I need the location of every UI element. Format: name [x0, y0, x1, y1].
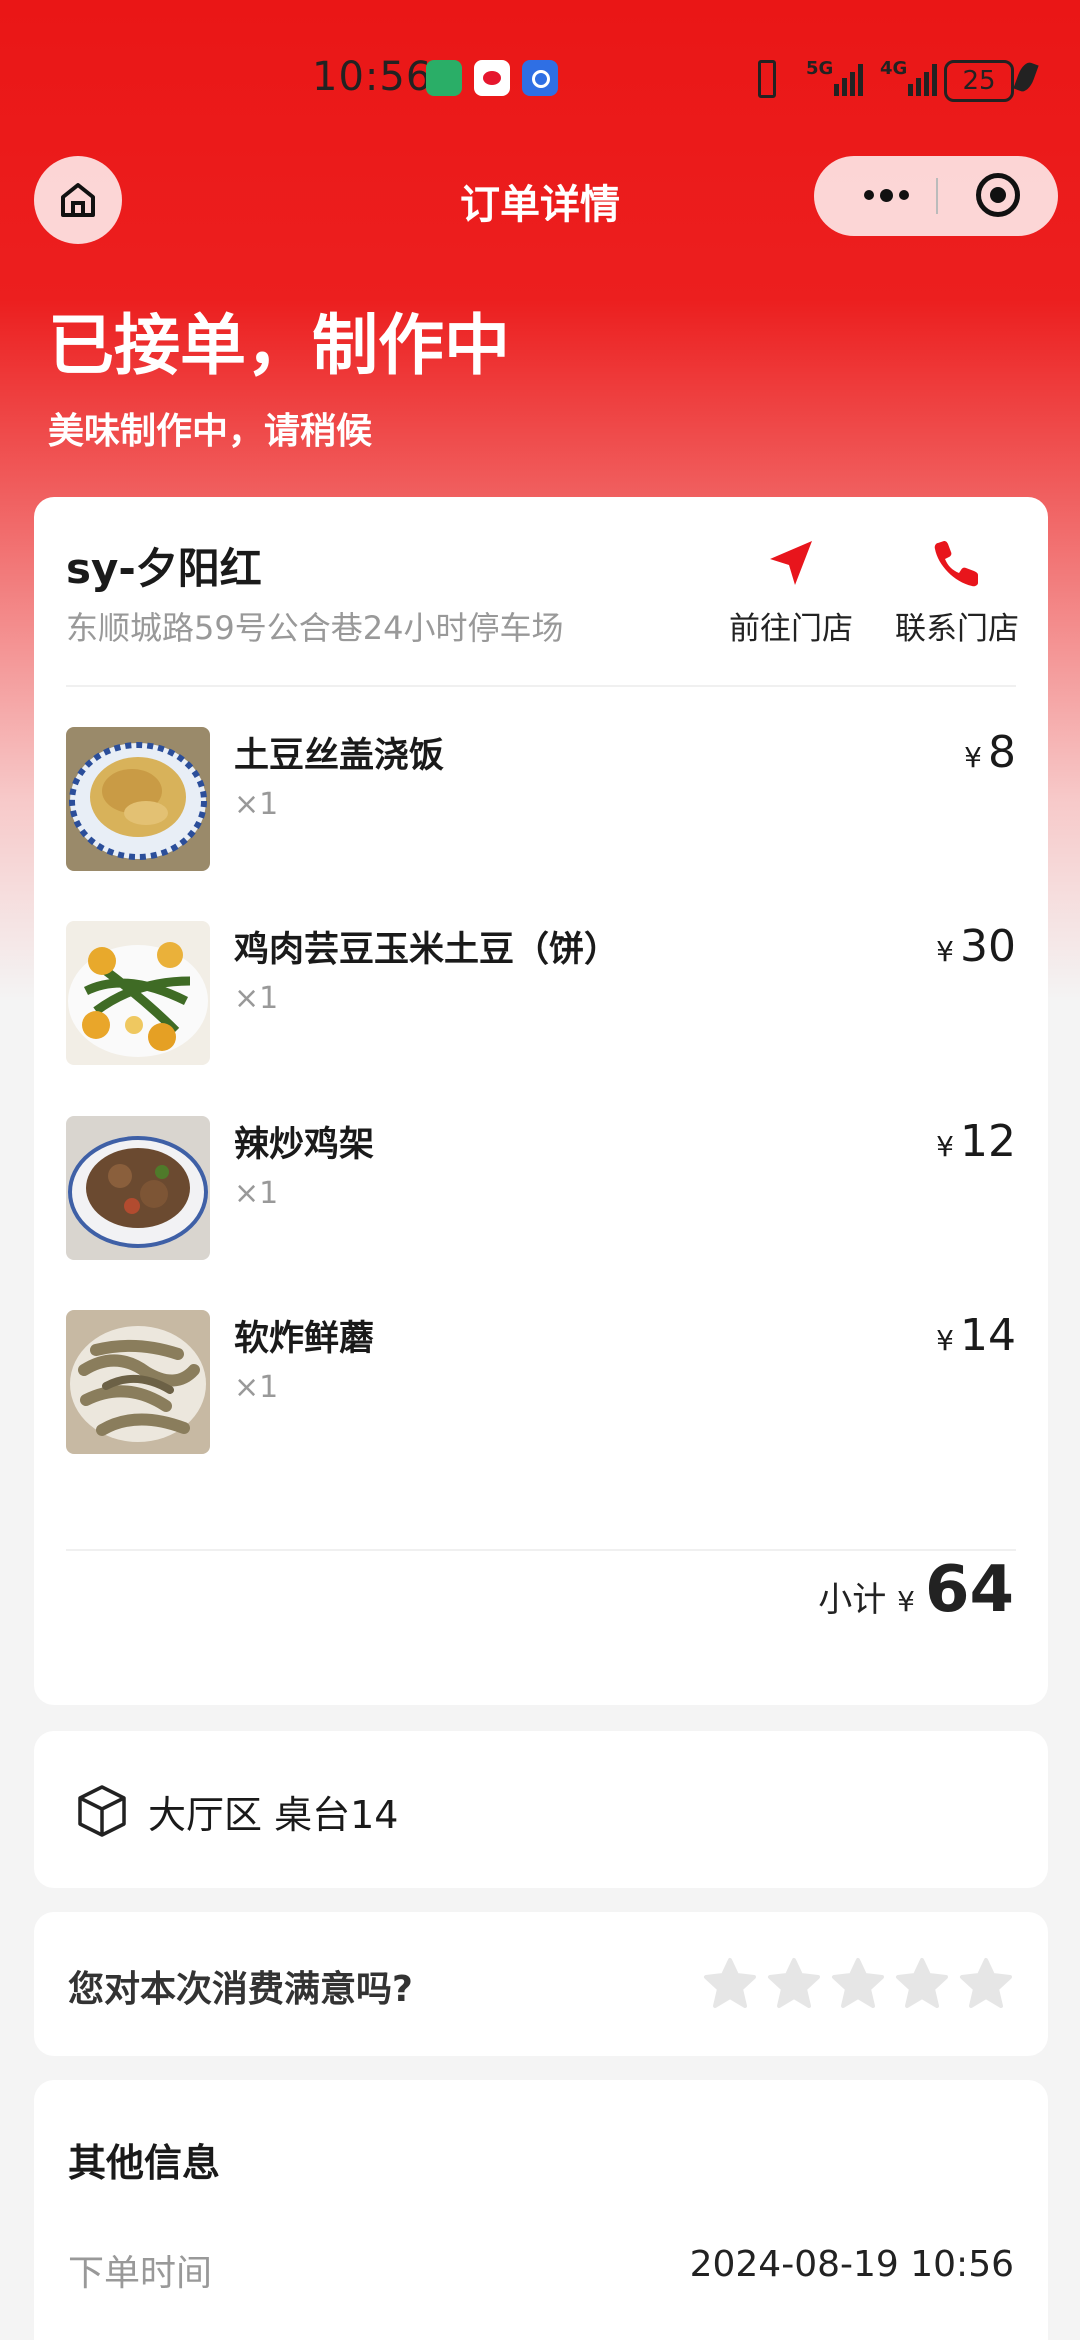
signal-bars-icon — [908, 62, 937, 96]
phone-icon — [934, 541, 978, 587]
table-text: 大厅区 桌台14 — [148, 1792, 399, 1837]
star-rating — [702, 1956, 1014, 2010]
navigation-arrow-icon — [770, 541, 812, 585]
signal-5g-label: 5G — [806, 58, 834, 79]
status-time: 10:56 — [312, 54, 433, 100]
order-time-value: 2024-08-19 10:56 — [689, 2244, 1014, 2285]
store-address: 东顺城路59号公合巷24小时停车场 — [66, 609, 564, 647]
capsule-divider — [936, 178, 938, 214]
table-info: 大厅区 桌台14 — [76, 1783, 398, 1839]
dish-photo — [66, 1310, 210, 1454]
divider — [66, 685, 1016, 687]
star-icon[interactable] — [702, 1956, 758, 2010]
package-cube-icon — [78, 1785, 126, 1837]
order-time-label: 下单时间 — [68, 2253, 213, 2294]
signal-bars-icon — [834, 62, 863, 96]
navigate-label: 前往门店 — [729, 611, 853, 647]
vibrate-icon — [752, 58, 778, 98]
order-item: 土豆丝盖浇饭 ×1 ¥8 — [66, 727, 1016, 873]
table-card: 大厅区 桌台14 — [34, 1731, 1048, 1888]
dish-photo — [66, 921, 210, 1065]
item-price: ¥8 — [964, 727, 1016, 778]
weibo-icon — [474, 60, 510, 96]
item-qty: ×1 — [234, 981, 279, 1016]
rating-question: 您对本次消费满意吗? — [68, 1969, 413, 2010]
item-price: ¥12 — [936, 1116, 1016, 1167]
item-qty: ×1 — [234, 1176, 279, 1211]
item-price: ¥30 — [936, 921, 1016, 972]
other-info-card: 其他信息 下单时间 2024-08-19 10:56 — [34, 2080, 1048, 2340]
order-item: 软炸鲜蘑 ×1 ¥14 — [66, 1310, 1016, 1456]
subtotal: 小计 ¥64 — [818, 1553, 1014, 1627]
store-name: sy-夕阳红 — [66, 544, 262, 593]
dish-photo — [66, 1116, 210, 1260]
item-price: ¥14 — [936, 1310, 1016, 1361]
star-icon[interactable] — [766, 1956, 822, 2010]
mini-program-capsule — [814, 156, 1058, 236]
status-bar: 10:56 5G 4G 25 — [0, 0, 1080, 150]
call-store-button[interactable]: 联系门店 — [882, 537, 1032, 648]
item-qty: ×1 — [234, 1370, 279, 1405]
item-name: 辣炒鸡架 — [234, 1125, 375, 1165]
subtotal-label: 小计 — [818, 1580, 887, 1620]
navigate-to-store-button[interactable]: 前往门店 — [716, 537, 866, 648]
rating-card: 您对本次消费满意吗? — [34, 1912, 1048, 2056]
order-item: 辣炒鸡架 ×1 ¥12 — [66, 1116, 1016, 1262]
order-detail-page: 10:56 5G 4G 25 订单详情 已接单，制作中 美味制作中，请稍候 sy… — [0, 0, 1080, 2340]
item-name: 土豆丝盖浇饭 — [234, 736, 445, 776]
signal-4g-label: 4G — [880, 58, 908, 79]
dish-photo — [66, 727, 210, 871]
power-saving-icon — [1013, 60, 1039, 94]
subtotal-currency: ¥ — [897, 1585, 915, 1618]
order-card: sy-夕阳红 东顺城路59号公合巷24小时停车场 前往门店 联系门店 土豆丝盖浇… — [34, 497, 1048, 1705]
call-label: 联系门店 — [895, 611, 1019, 647]
order-status-title: 已接单，制作中 — [48, 307, 510, 384]
star-icon[interactable] — [958, 1956, 1014, 2010]
divider — [66, 1549, 1016, 1551]
star-icon[interactable] — [830, 1956, 886, 2010]
wechat-icon — [426, 60, 462, 96]
app-notification-icon — [522, 60, 558, 96]
subtotal-value: 64 — [924, 1553, 1014, 1627]
order-status-subtitle: 美味制作中，请稍候 — [48, 411, 373, 452]
item-qty: ×1 — [234, 787, 279, 822]
other-info-title: 其他信息 — [68, 2141, 221, 2185]
close-target-icon[interactable] — [976, 173, 1020, 217]
item-name: 鸡肉芸豆玉米土豆（饼） — [234, 930, 620, 970]
item-name: 软炸鲜蘑 — [234, 1319, 375, 1359]
battery-icon: 25 — [944, 60, 1014, 102]
more-dots-icon[interactable] — [864, 189, 909, 202]
order-item: 鸡肉芸豆玉米土豆（饼） ×1 ¥30 — [66, 921, 1016, 1067]
star-icon[interactable] — [894, 1956, 950, 2010]
